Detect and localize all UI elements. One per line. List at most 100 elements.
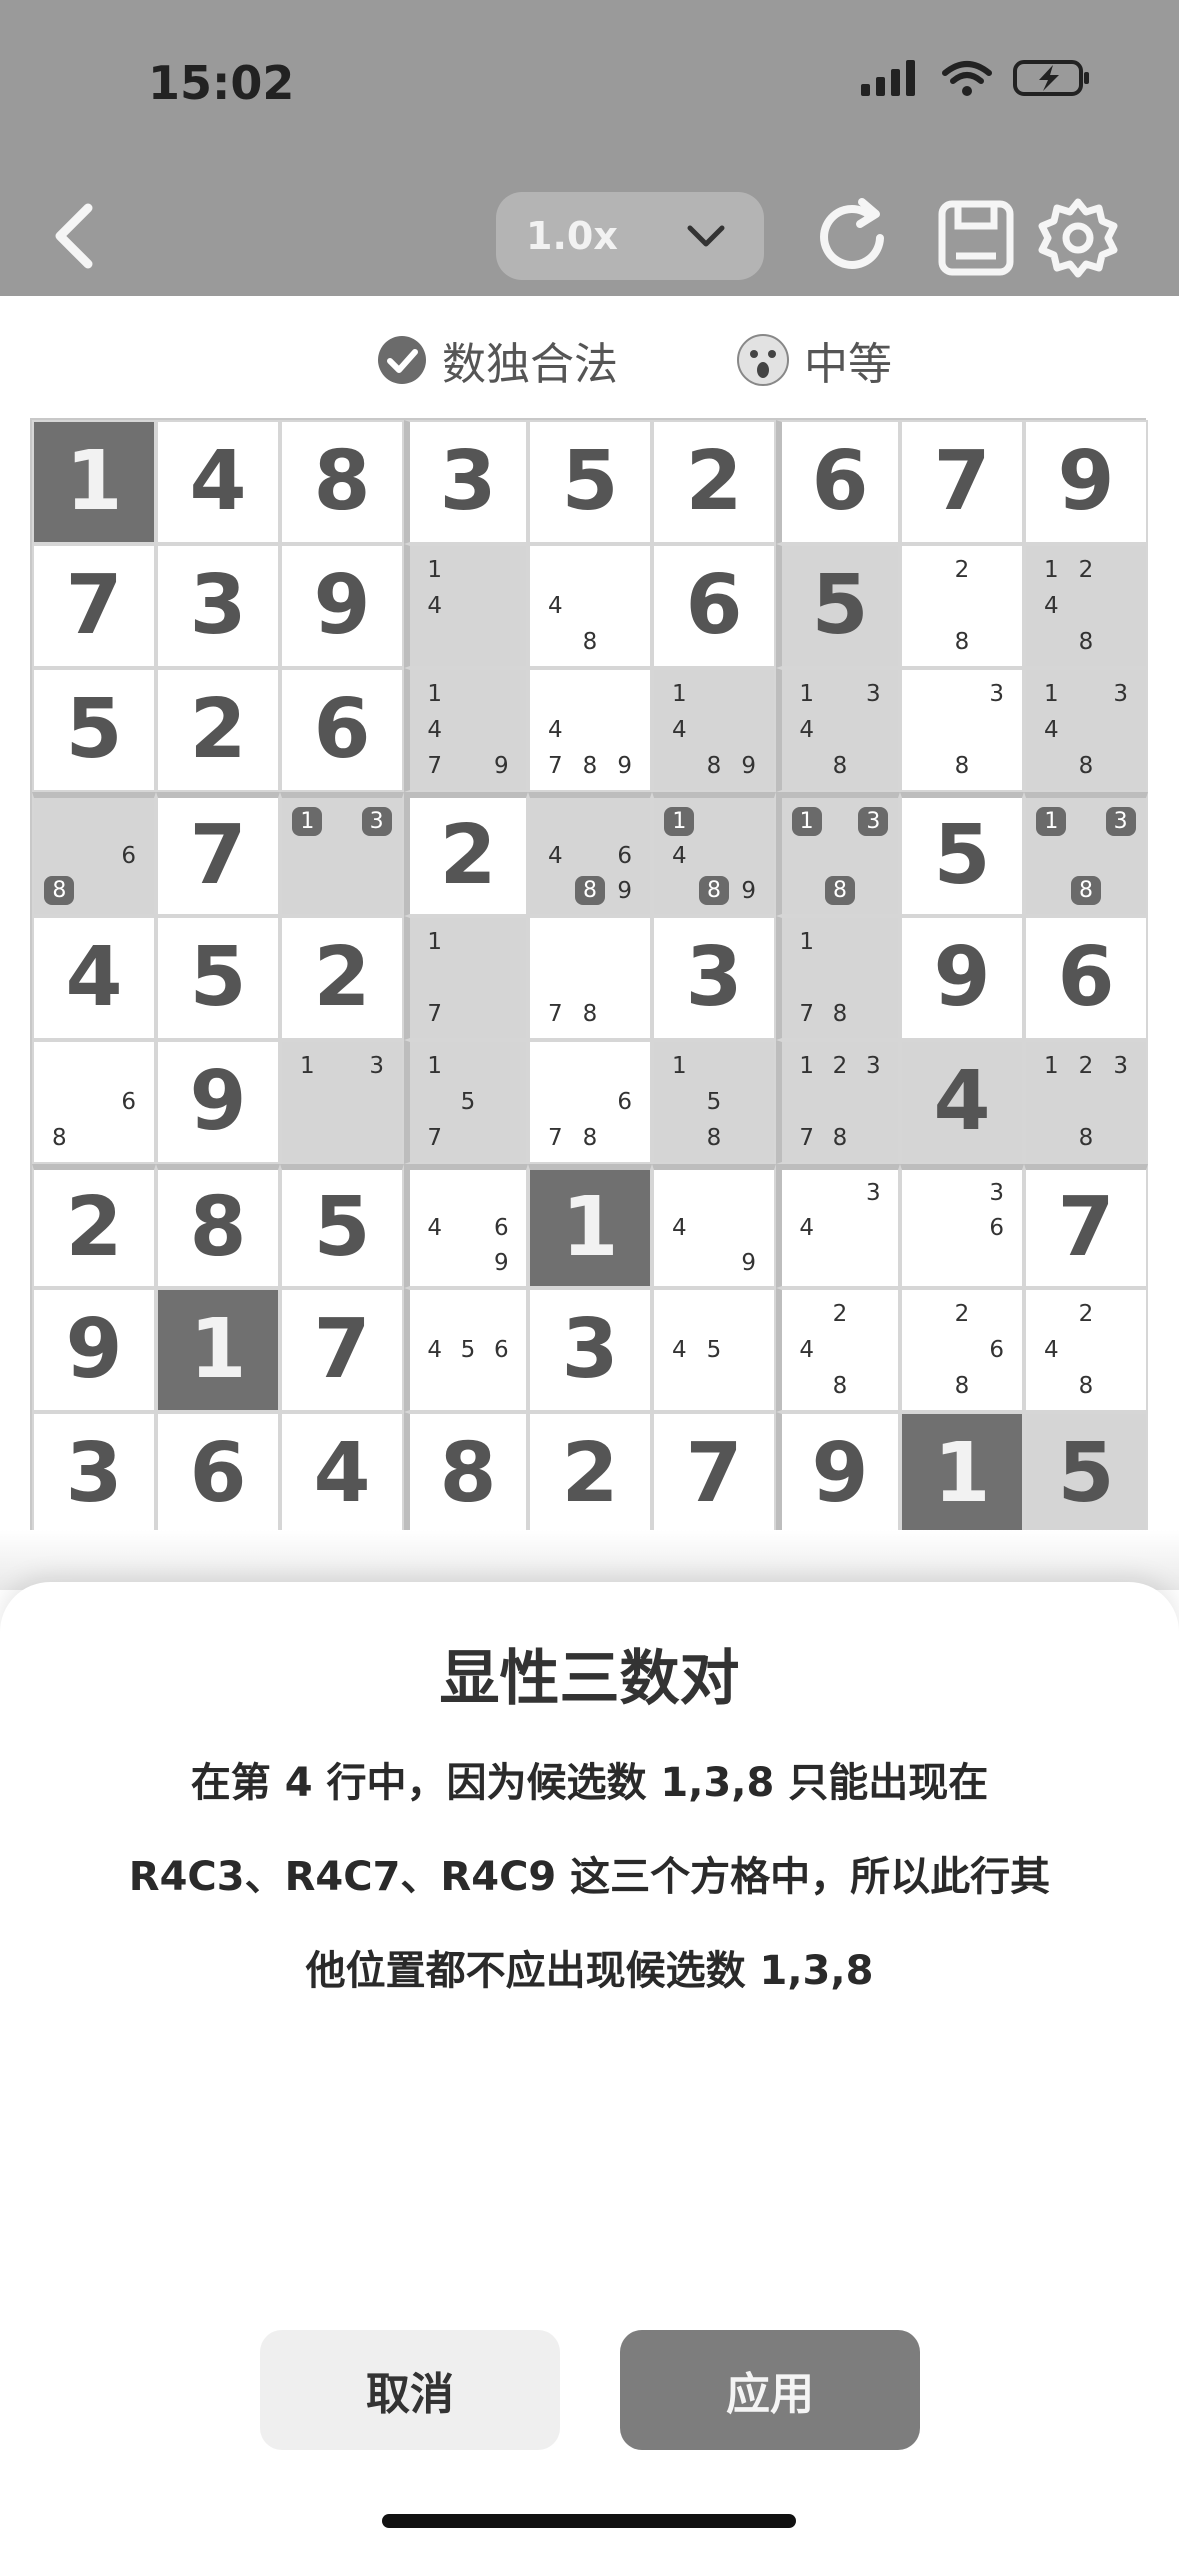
sudoku-cell-r3c4[interactable]: 1 4 7 9 — [404, 668, 528, 792]
sudoku-cell-r5c5[interactable]: 78 — [528, 916, 652, 1040]
sudoku-cell-r6c6[interactable]: 15 8 — [652, 1040, 776, 1164]
sudoku-cell-r4c1[interactable]: 68 — [32, 792, 156, 916]
sudoku-cell-r9c9[interactable]: 5 — [1024, 1412, 1148, 1536]
sudoku-cell-r9c5[interactable]: 2 — [528, 1412, 652, 1536]
candidate-notes: 68 — [42, 804, 146, 908]
candidate-notes: 1 78 — [790, 924, 890, 1032]
sudoku-cell-r6c4[interactable]: 157 — [404, 1040, 528, 1164]
sudoku-cell-r4c6[interactable]: 1 489 — [652, 792, 776, 916]
settings-icon[interactable] — [1036, 196, 1120, 280]
sudoku-cell-r6c8[interactable]: 4 — [900, 1040, 1024, 1164]
candidate-digit — [1069, 712, 1104, 748]
sudoku-cell-r6c3[interactable]: 13 — [280, 1040, 404, 1164]
save-icon[interactable] — [934, 196, 1018, 280]
sudoku-cell-r8c8[interactable]: 268 — [900, 1288, 1024, 1412]
sudoku-cell-r7c7[interactable]: 34 — [776, 1164, 900, 1288]
home-indicator[interactable] — [382, 2514, 796, 2528]
sudoku-cell-r5c7[interactable]: 1 78 — [776, 916, 900, 1040]
sudoku-cell-r6c9[interactable]: 123 8 — [1024, 1040, 1148, 1164]
sudoku-cell-r8c5[interactable]: 3 — [528, 1288, 652, 1412]
sudoku-cell-r5c4[interactable]: 17 — [404, 916, 528, 1040]
sudoku-cell-r9c8[interactable]: 1 — [900, 1412, 1024, 1536]
sudoku-cell-r3c1[interactable]: 5 — [32, 668, 156, 792]
sudoku-cell-r7c6[interactable]: 49 — [652, 1164, 776, 1288]
sudoku-cell-r8c7[interactable]: 248 — [776, 1288, 900, 1412]
sudoku-cell-r4c5[interactable]: 4 689 — [528, 792, 652, 916]
candidate-digit — [857, 1211, 890, 1246]
sudoku-cell-r5c8[interactable]: 9 — [900, 916, 1024, 1040]
sudoku-cell-r2c1[interactable]: 7 — [32, 544, 156, 668]
speed-dropdown[interactable]: 1.0x — [496, 192, 764, 280]
sudoku-cell-r5c1[interactable]: 4 — [32, 916, 156, 1040]
sudoku-cell-r1c1[interactable]: 1 — [32, 420, 156, 544]
sudoku-cell-r4c4[interactable]: 2 — [404, 792, 528, 916]
sudoku-cell-r2c3[interactable]: 9 — [280, 544, 404, 668]
candidate-digit — [1069, 676, 1104, 712]
sudoku-cell-r4c8[interactable]: 5 — [900, 792, 1024, 916]
sudoku-cell-r3c8[interactable]: 38 — [900, 668, 1024, 792]
sudoku-cell-r8c1[interactable]: 9 — [32, 1288, 156, 1412]
sudoku-cell-r2c8[interactable]: 28 — [900, 544, 1024, 668]
sudoku-cell-r3c9[interactable]: 1 3 48 — [1024, 668, 1148, 792]
sudoku-cell-r4c2[interactable]: 7 — [156, 792, 280, 916]
sudoku-cell-r1c9[interactable]: 9 — [1024, 420, 1148, 544]
sudoku-cell-r2c2[interactable]: 3 — [156, 544, 280, 668]
sudoku-cell-r1c5[interactable]: 5 — [528, 420, 652, 544]
sudoku-cell-r1c2[interactable]: 4 — [156, 420, 280, 544]
sudoku-cell-r1c6[interactable]: 2 — [652, 420, 776, 544]
candidate-notes: 68 — [42, 1048, 146, 1156]
sudoku-cell-r9c6[interactable]: 7 — [652, 1412, 776, 1536]
sudoku-cell-r9c2[interactable]: 6 — [156, 1412, 280, 1536]
sudoku-cell-r4c9[interactable]: 13 8 — [1024, 792, 1148, 916]
sudoku-cell-r2c9[interactable]: 1248 — [1024, 544, 1148, 668]
cancel-button[interactable]: 取消 — [260, 2330, 560, 2450]
sudoku-cell-r2c7[interactable]: 5 — [776, 544, 900, 668]
sudoku-cell-r1c3[interactable]: 8 — [280, 420, 404, 544]
sudoku-cell-r7c8[interactable]: 36 — [900, 1164, 1024, 1288]
sudoku-cell-r7c2[interactable]: 8 — [156, 1164, 280, 1288]
sudoku-cell-r2c4[interactable]: 14 — [404, 544, 528, 668]
sudoku-cell-r9c3[interactable]: 4 — [280, 1412, 404, 1536]
sudoku-cell-r5c3[interactable]: 2 — [280, 916, 404, 1040]
sudoku-cell-r9c1[interactable]: 3 — [32, 1412, 156, 1536]
sudoku-cell-r1c8[interactable]: 7 — [900, 420, 1024, 544]
sudoku-cell-r8c3[interactable]: 7 — [280, 1288, 404, 1412]
sudoku-cell-r5c9[interactable]: 6 — [1024, 916, 1148, 1040]
sudoku-cell-r6c5[interactable]: 6 78 — [528, 1040, 652, 1164]
sudoku-cell-r7c1[interactable]: 2 — [32, 1164, 156, 1288]
sudoku-cell-r1c7[interactable]: 6 — [776, 420, 900, 544]
sudoku-cell-r6c1[interactable]: 68 — [32, 1040, 156, 1164]
sudoku-cell-r8c2[interactable]: 1 — [156, 1288, 280, 1412]
sudoku-cell-r3c5[interactable]: 4 789 — [528, 668, 652, 792]
sudoku-cell-r8c6[interactable]: 45 — [652, 1288, 776, 1412]
sudoku-cell-r7c5[interactable]: 1 — [528, 1164, 652, 1288]
sudoku-cell-r5c6[interactable]: 3 — [652, 916, 776, 1040]
sudoku-cell-r6c7[interactable]: 123 78 — [776, 1040, 900, 1164]
candidate-digit: 7 — [548, 753, 563, 779]
sudoku-cell-r4c7[interactable]: 138 — [776, 792, 900, 916]
sudoku-cell-r7c9[interactable]: 7 — [1024, 1164, 1148, 1288]
candidate-digit: 8 — [954, 753, 970, 779]
sudoku-cell-r8c4[interactable]: 456 — [404, 1288, 528, 1412]
candidate-digit — [857, 873, 890, 908]
back-icon[interactable] — [44, 196, 104, 276]
sudoku-cell-r9c4[interactable]: 8 — [404, 1412, 528, 1536]
sudoku-cell-r4c3[interactable]: 13 — [280, 792, 404, 916]
sudoku-cell-r3c2[interactable]: 2 — [156, 668, 280, 792]
sudoku-cell-r5c2[interactable]: 5 — [156, 916, 280, 1040]
candidate-digit — [857, 1368, 890, 1404]
sudoku-cell-r3c6[interactable]: 1 489 — [652, 668, 776, 792]
refresh-icon[interactable] — [810, 196, 894, 280]
sudoku-cell-r2c5[interactable]: 48 — [528, 544, 652, 668]
sudoku-cell-r1c4[interactable]: 3 — [404, 420, 528, 544]
sudoku-cell-r7c3[interactable]: 5 — [280, 1164, 404, 1288]
sudoku-cell-r2c6[interactable]: 6 — [652, 544, 776, 668]
sudoku-cell-r7c4[interactable]: 4 6 9 — [404, 1164, 528, 1288]
sudoku-cell-r6c2[interactable]: 9 — [156, 1040, 280, 1164]
candidate-digit: 4 — [672, 717, 687, 743]
apply-button[interactable]: 应用 — [620, 2330, 920, 2450]
sudoku-cell-r8c9[interactable]: 248 — [1024, 1288, 1148, 1412]
sudoku-cell-r3c3[interactable]: 6 — [280, 668, 404, 792]
sudoku-cell-r3c7[interactable]: 1 3 48 — [776, 668, 900, 792]
sudoku-cell-r9c7[interactable]: 9 — [776, 1412, 900, 1536]
